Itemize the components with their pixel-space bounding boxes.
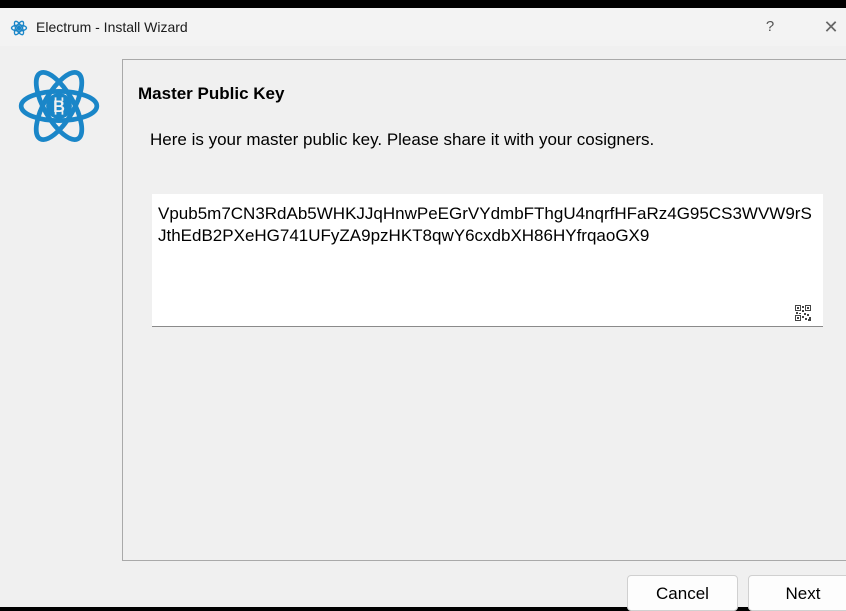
master-public-key-text[interactable]: Vpub5m7CN3RdAb5WHKJJqHnwPeEGrVYdmbFThgU4… <box>158 203 818 247</box>
install-wizard-window: Electrum - Install Wizard ? ✕ B Master P… <box>0 8 846 611</box>
electrum-logo-icon: B <box>18 70 100 142</box>
title-bar: Electrum - Install Wizard ? ✕ <box>0 8 846 46</box>
instructions-text: Here is your master public key. Please s… <box>150 130 655 149</box>
wizard-content-panel: Master Public Key Here is your master pu… <box>122 59 846 561</box>
cancel-button[interactable]: Cancel <box>627 575 738 611</box>
close-button[interactable]: ✕ <box>816 13 846 41</box>
page-title: Master Public Key <box>138 84 285 103</box>
master-public-key-field[interactable]: Vpub5m7CN3RdAb5WHKJJqHnwPeEGrVYdmbFThgU4… <box>152 194 823 327</box>
next-button[interactable]: Next <box>748 575 846 611</box>
electrum-app-icon <box>10 20 28 36</box>
qr-code-icon[interactable] <box>795 305 811 321</box>
window-title: Electrum - Install Wizard <box>36 19 188 35</box>
help-button[interactable]: ? <box>752 13 788 41</box>
